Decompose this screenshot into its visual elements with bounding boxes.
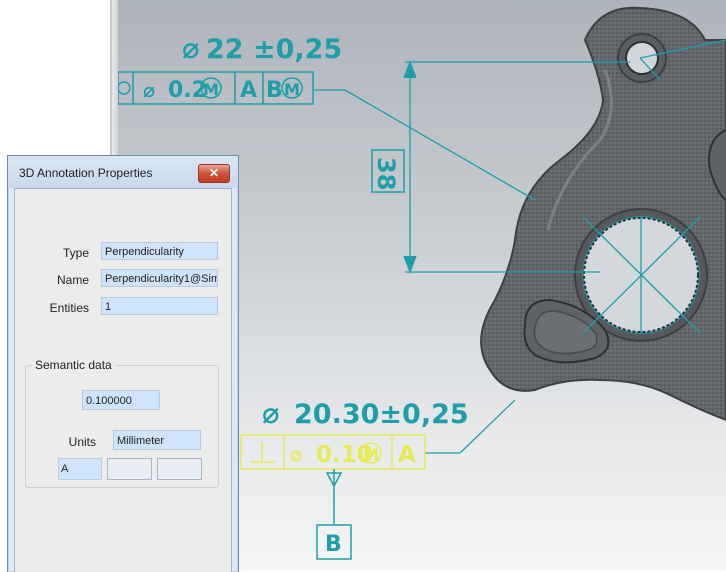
tolerance-field[interactable]: 0.100000 [82, 390, 160, 410]
datum-slot-3[interactable] [157, 458, 202, 480]
bottom-diameter-dimension[interactable]: ⌀ 20.30±0,25 [262, 396, 469, 430]
diameter-icon: ⌀ [290, 442, 302, 466]
datum-slot-1[interactable]: A [58, 458, 102, 480]
datum-secondary: B [266, 78, 283, 103]
bottom-datum: A [398, 442, 416, 468]
datum-slot-2[interactable] [107, 458, 152, 480]
type-label: Type [62, 246, 89, 260]
dialog-title: 3D Annotation Properties [19, 166, 153, 180]
diameter-icon: ⌀ [262, 396, 279, 430]
top-dimension-text: 22 ±0,25 [206, 34, 342, 65]
annotation-properties-dialog[interactable]: 3D Annotation Properties ✕ Type Perpendi… [7, 155, 239, 572]
bottom-modifier: M [363, 445, 379, 464]
perpendicularity-frame-selected[interactable]: ⌀ 0.10 M A [240, 434, 426, 470]
name-label: Name [56, 273, 89, 287]
max-material-modifier: M [203, 80, 219, 99]
close-button[interactable]: ✕ [198, 164, 230, 183]
semantic-data-group: Semantic data 0.100000 Units Millimeter … [25, 358, 219, 488]
units-field[interactable]: Millimeter [113, 430, 201, 450]
diameter-icon: ⌀ [182, 31, 199, 65]
bottom-dimension-text: 20.30±0,25 [294, 399, 469, 430]
top-feature-control-frame[interactable]: ⌀ 0.2 M A B M [118, 71, 314, 105]
entities-field[interactable]: 1 [101, 297, 218, 315]
perpendicularity-icon [250, 442, 275, 463]
units-label: Units [68, 435, 96, 449]
entities-label: Entities [49, 301, 89, 315]
datum-feature-symbol[interactable]: B [316, 469, 352, 560]
top-diameter-dimension[interactable]: ⌀ 22 ±0,25 [182, 31, 342, 65]
semantic-data-label: Semantic data [32, 358, 115, 372]
vertical-dimension-text: 38 [372, 157, 400, 190]
dialog-content: Type Perpendicularity Name Perpendicular… [14, 188, 232, 572]
vertical-dimension[interactable]: 38 [371, 149, 405, 193]
diameter-icon: ⌀ [143, 78, 155, 102]
datum-modifier: M [284, 80, 300, 99]
datum-primary: A [240, 78, 257, 103]
part-body[interactable] [480, 6, 726, 422]
datum-feature-letter: B [325, 532, 342, 557]
close-icon: ✕ [208, 166, 220, 180]
type-field[interactable]: Perpendicularity [101, 242, 218, 260]
dialog-titlebar[interactable]: 3D Annotation Properties ✕ [8, 156, 238, 188]
name-field[interactable]: Perpendicularity1@Simp [101, 269, 218, 287]
